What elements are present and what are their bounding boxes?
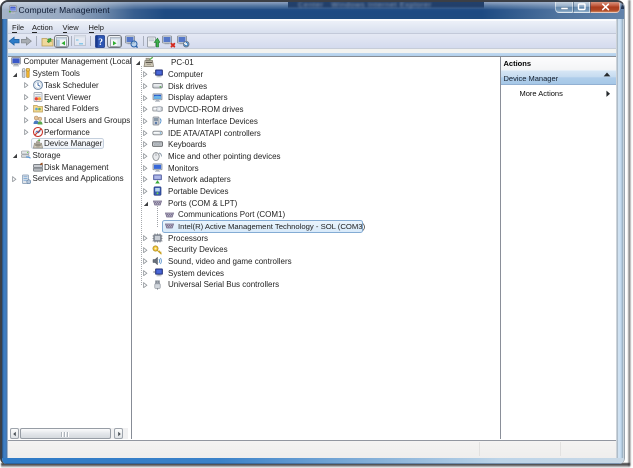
svg-text:?: ? xyxy=(98,37,103,47)
